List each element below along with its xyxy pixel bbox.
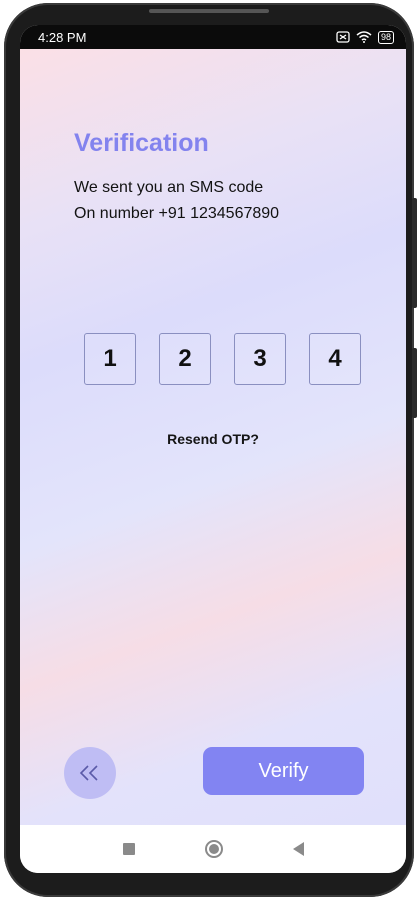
back-button[interactable] <box>64 747 116 799</box>
back-triangle-icon[interactable] <box>292 842 304 856</box>
home-circle-icon[interactable] <box>204 840 223 858</box>
otp-digit-1[interactable]: 1 <box>84 333 136 385</box>
sim-off-icon <box>336 31 350 43</box>
status-bar: 4:28 PM 98 <box>20 25 406 49</box>
phone-screen: 4:28 PM 98 Verification We sent you an S… <box>20 25 406 873</box>
phone-frame: 4:28 PM 98 Verification We sent you an S… <box>4 3 417 897</box>
otp-digit-3[interactable]: 3 <box>234 333 286 385</box>
status-icons: 98 <box>336 30 394 44</box>
otp-input-group: 1 2 3 4 <box>84 333 364 387</box>
sms-info-text: We sent you an SMS code <box>74 179 264 196</box>
home-dot <box>208 844 219 854</box>
double-chevron-left-icon <box>79 765 98 781</box>
page-title: Verification <box>74 129 209 157</box>
system-nav-bar <box>20 825 406 873</box>
battery-icon: 98 <box>377 30 394 44</box>
earpiece <box>149 9 269 13</box>
recents-square-icon[interactable] <box>122 843 135 855</box>
power-button <box>412 348 417 418</box>
otp-digit-4[interactable]: 4 <box>309 333 361 385</box>
resend-otp-link[interactable]: Resend OTP? <box>20 431 406 447</box>
verification-screen: Verification We sent you an SMS code On … <box>20 49 406 825</box>
phone-number-text: On number +91 1234567890 <box>74 205 280 222</box>
verify-button[interactable]: Verify <box>203 747 364 795</box>
volume-button <box>412 198 417 308</box>
otp-digit-2[interactable]: 2 <box>159 333 211 385</box>
wifi-icon <box>356 31 372 43</box>
status-time: 4:28 PM <box>38 29 87 45</box>
